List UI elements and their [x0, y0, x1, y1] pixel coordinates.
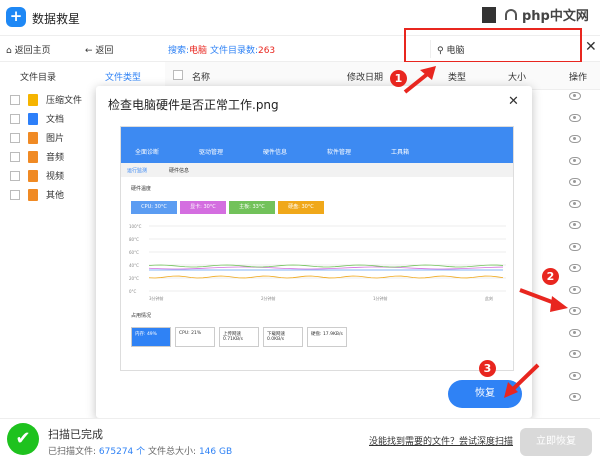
restore-now-button[interactable]: 立即恢复	[520, 428, 592, 456]
check-icon: ✔	[7, 423, 39, 455]
scan-status: 扫描已完成	[48, 428, 103, 441]
deep-scan-link[interactable]: 没能找到需要的文件？尝试深度扫描	[369, 434, 513, 447]
scan-stats: 已扫描文件: 675274 个 文件总大小: 146 GB	[48, 447, 233, 457]
footer: ✔ 扫描已完成 已扫描文件: 675274 个 文件总大小: 146 GB 没能…	[0, 418, 600, 461]
annotation-arrows	[403, 66, 568, 398]
